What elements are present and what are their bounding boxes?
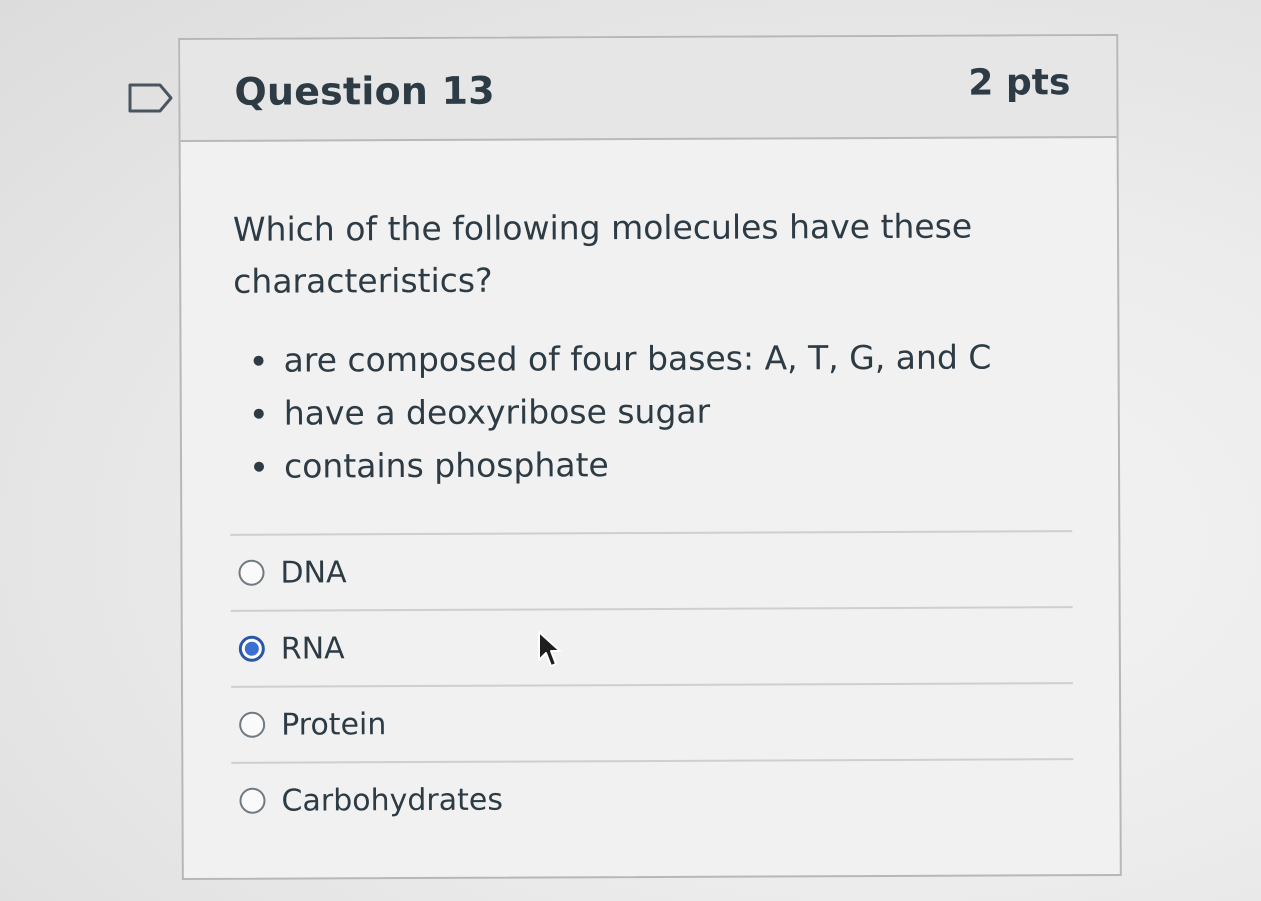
radio-button-rna[interactable]: [238, 635, 265, 662]
answer-label: RNA: [280, 630, 345, 667]
list-item: contains phosphate: [234, 437, 992, 493]
characteristic-text: have a deoxyribose sugar: [283, 391, 711, 433]
flag-question-icon[interactable]: [128, 82, 174, 114]
answer-option-dna[interactable]: DNA: [230, 532, 1072, 610]
answer-label: Carbohydrates: [281, 782, 504, 819]
list-item: are composed of four bases: A, T, G, and…: [233, 331, 991, 387]
answer-option-rna[interactable]: RNA: [231, 608, 1073, 686]
question-card: Question 13 2 pts Which of the following…: [178, 33, 1122, 881]
question-prompt: Which of the following molecules have th…: [232, 206, 973, 301]
question-header: Question 13 2 pts: [180, 35, 1117, 143]
list-item: have a deoxyribose sugar: [234, 384, 992, 440]
characteristics-list: are composed of four bases: A, T, G, and…: [233, 331, 991, 493]
characteristic-text: are composed of four bases: A, T, G, and…: [283, 337, 992, 380]
bullet-icon: [253, 355, 264, 366]
bullet-icon: [254, 461, 265, 472]
characteristic-text: contains phosphate: [283, 445, 609, 486]
radio-button-carbohydrates[interactable]: [239, 787, 266, 814]
answer-label: DNA: [280, 554, 347, 591]
answer-label: Protein: [281, 706, 387, 743]
radio-button-dna[interactable]: [238, 559, 265, 586]
bullet-icon: [253, 408, 264, 419]
answer-option-carbohydrates[interactable]: Carbohydrates: [231, 760, 1073, 838]
radio-button-protein[interactable]: [239, 711, 266, 738]
question-title: Question 13: [234, 68, 495, 114]
mouse-pointer-icon: [538, 631, 561, 667]
answer-option-protein[interactable]: Protein: [231, 684, 1073, 762]
answer-options: DNA RNA Protein Carbohydrates: [230, 530, 1074, 838]
question-points: 2 pts: [968, 62, 1071, 104]
